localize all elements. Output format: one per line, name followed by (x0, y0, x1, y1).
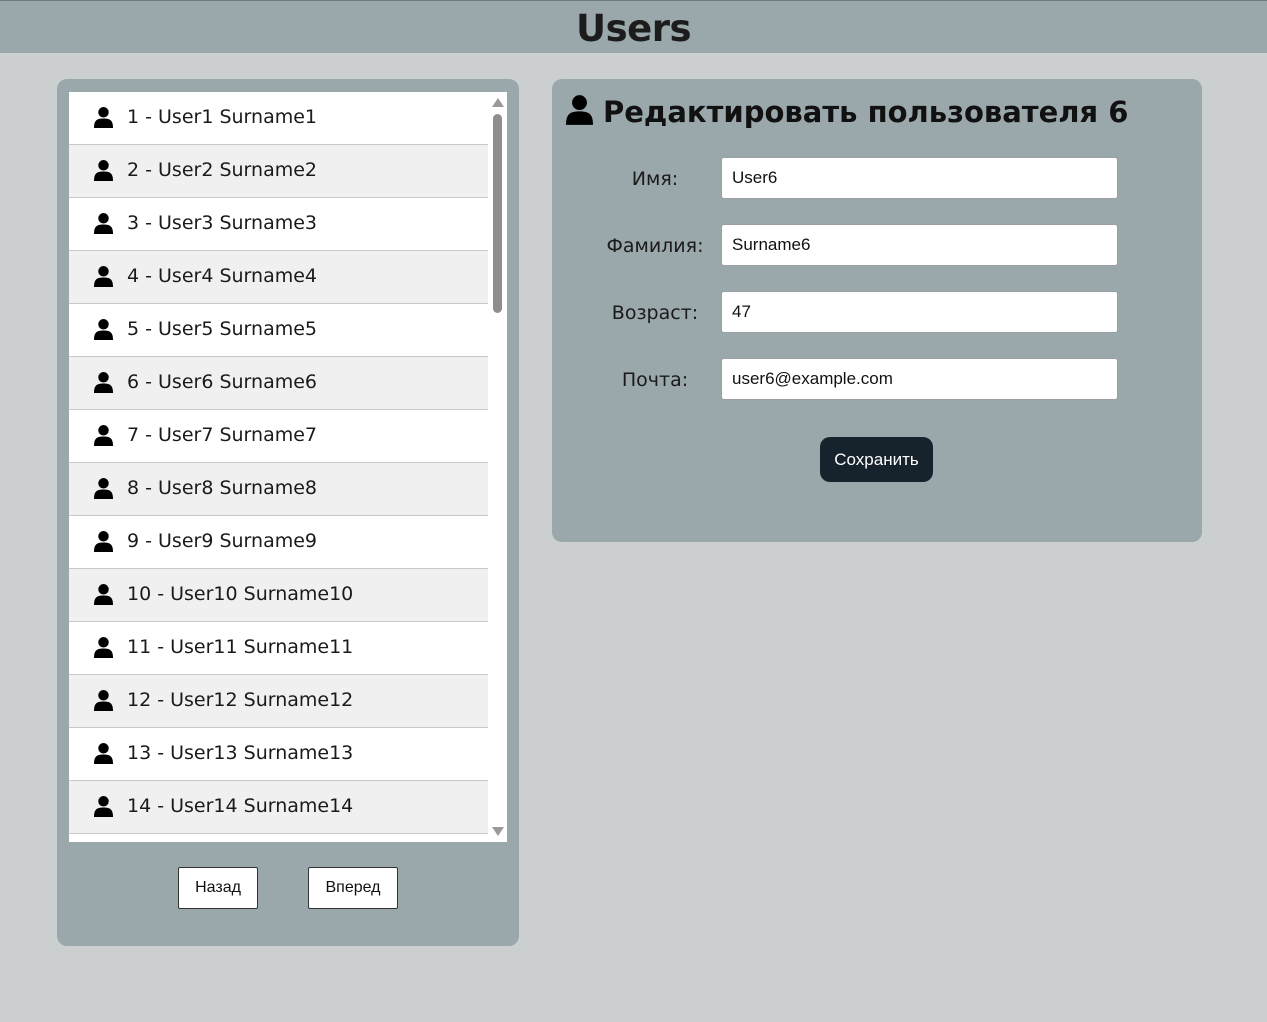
list-item[interactable]: 14 - User14 Surname14 (69, 781, 488, 834)
user-icon (94, 266, 113, 287)
user-icon (94, 425, 113, 446)
list-item[interactable]: 13 - User13 Surname13 (69, 728, 488, 781)
user-icon (94, 372, 113, 393)
user-icon (94, 743, 113, 764)
age-input[interactable] (721, 291, 1118, 333)
list-scrollbar[interactable] (488, 92, 507, 842)
user-icon (566, 95, 593, 125)
forward-button[interactable]: Вперед (308, 867, 398, 909)
user-icon (94, 478, 113, 499)
save-button[interactable]: Сохранить (820, 437, 933, 482)
scroll-up-arrow-icon[interactable] (492, 98, 504, 107)
user-list-panel: 1 - User1 Surname1 2 - User2 Surname2 3 - … (57, 79, 519, 946)
last-name-input[interactable] (721, 224, 1118, 266)
edit-user-panel: Редактировать пользователя 6 Имя: Фамили… (552, 79, 1202, 542)
first-name-input[interactable] (721, 157, 1118, 199)
list-item-label: 8 - User8 Surname8 (127, 477, 318, 499)
list-item-label: 12 - User12 Surname12 (127, 689, 354, 711)
user-icon (94, 213, 113, 234)
list-item[interactable]: 11 - User11 Surname11 (69, 622, 488, 675)
top-bar: Users (0, 0, 1267, 53)
user-icon (94, 160, 113, 181)
user-icon (94, 584, 113, 605)
user-icon (94, 319, 113, 340)
list-item-label: 11 - User11 Surname11 (127, 636, 354, 658)
list-item-label: 4 - User4 Surname4 (127, 265, 318, 287)
list-item-label: 2 - User2 Surname2 (127, 159, 318, 181)
list-item-label: 13 - User13 Surname13 (127, 742, 354, 764)
email-input[interactable] (721, 358, 1118, 400)
user-icon (94, 690, 113, 711)
user-icon (94, 637, 113, 658)
user-icon (94, 531, 113, 552)
list-item[interactable]: 12 - User12 Surname12 (69, 675, 488, 728)
list-item[interactable]: 10 - User10 Surname10 (69, 569, 488, 622)
list-item[interactable]: 5 - User5 Surname5 (69, 304, 488, 357)
scroll-thumb[interactable] (493, 114, 502, 313)
list-item[interactable]: 9 - User9 Surname9 (69, 516, 488, 569)
scroll-down-arrow-icon[interactable] (492, 827, 504, 836)
list-item[interactable]: 4 - User4 Surname4 (69, 251, 488, 304)
list-item[interactable]: 3 - User3 Surname3 (69, 198, 488, 251)
list-item[interactable]: 7 - User7 Surname7 (69, 410, 488, 463)
user-list[interactable]: 1 - User1 Surname1 2 - User2 Surname2 3 - … (69, 92, 507, 842)
list-item-label: 9 - User9 Surname9 (127, 530, 318, 552)
list-item[interactable]: 8 - User8 Surname8 (69, 463, 488, 516)
list-item-label: 6 - User6 Surname6 (127, 371, 318, 393)
list-item-label: 1 - User1 Surname1 (127, 106, 318, 128)
list-item-label: 7 - User7 Surname7 (127, 424, 318, 446)
back-button[interactable]: Назад (178, 867, 258, 909)
list-item-label: 3 - User3 Surname3 (127, 212, 318, 234)
list-item-label: 5 - User5 Surname5 (127, 318, 318, 340)
list-item-label: 10 - User10 Surname10 (127, 583, 354, 605)
page-title: Users (576, 7, 691, 50)
list-item[interactable]: 2 - User2 Surname2 (69, 145, 488, 198)
user-icon (94, 107, 113, 128)
user-icon (94, 796, 113, 817)
list-item[interactable]: 6 - User6 Surname6 (69, 357, 488, 410)
list-item[interactable]: 1 - User1 Surname1 (69, 92, 488, 145)
edit-form-title: Редактировать пользователя 6 (603, 95, 1129, 129)
list-item-label: 14 - User14 Surname14 (127, 795, 354, 817)
